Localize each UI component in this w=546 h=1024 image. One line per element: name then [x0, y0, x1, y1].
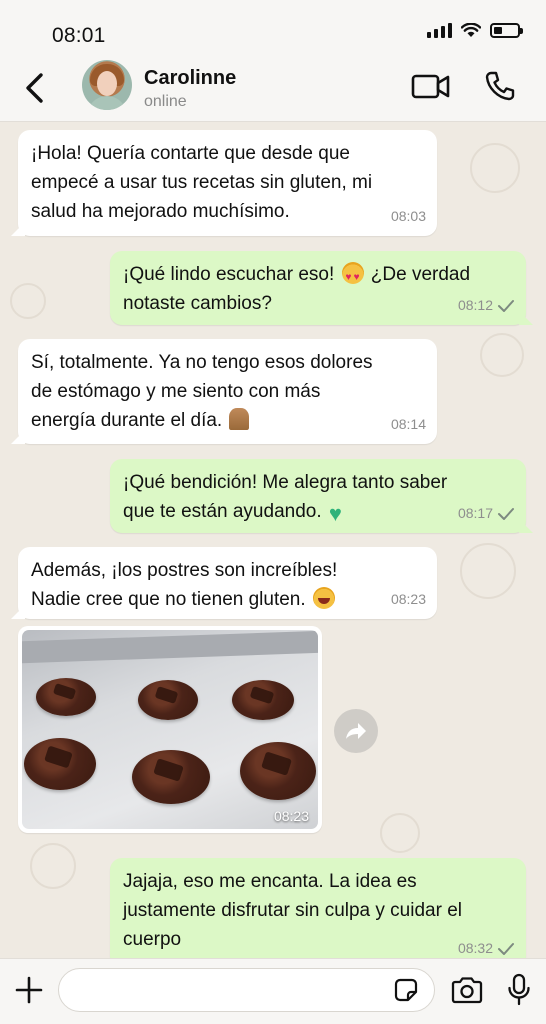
- message-text: Además, ¡los postres son increíbles! Nad…: [31, 560, 338, 610]
- message-text: ¡Qué lindo escuchar eso! ¿De verdad nota…: [123, 260, 514, 318]
- microphone-button[interactable]: [506, 972, 532, 1008]
- camera-button[interactable]: [450, 975, 484, 1005]
- message-bubble-incoming[interactable]: Sí, totalmente. Ya no tengo esos dolores…: [11, 339, 437, 444]
- avatar[interactable]: [82, 60, 132, 110]
- message-time: 08:03: [390, 208, 426, 224]
- signal-icon: [427, 22, 452, 38]
- message-bubble-incoming[interactable]: Además, ¡los postres son increíbles! Nad…: [11, 547, 437, 619]
- status-bar: 08:01: [0, 0, 546, 58]
- green-heart-emoji-icon: ♥: [328, 501, 342, 526]
- plus-icon: [15, 976, 43, 1004]
- forward-arrow-icon: [346, 723, 366, 739]
- message-text: Sí, totalmente. Ya no tengo esos dolores…: [31, 352, 373, 431]
- message-time: 08:23: [390, 591, 426, 607]
- sticker-icon: [394, 978, 418, 1002]
- battery-icon: [490, 22, 523, 38]
- contact-status: online: [144, 93, 187, 110]
- message-bubble-outgoing[interactable]: ¡Qué bendición! Me alegra tanto saber qu…: [110, 459, 533, 533]
- cookies-photo[interactable]: 08:23: [22, 630, 318, 829]
- message-time: 08:17: [457, 505, 493, 521]
- message-input[interactable]: [58, 968, 435, 1012]
- message-time: 08:12: [457, 297, 493, 313]
- back-button[interactable]: [14, 66, 54, 110]
- message-text: ¡Qué bendición! Me alegra tanto saber qu…: [123, 472, 448, 526]
- tears-of-joy-emoji-icon: [312, 587, 335, 609]
- message-bubble-outgoing[interactable]: ¡Qué lindo escuchar eso! ¿De verdad nota…: [110, 251, 533, 325]
- image-message[interactable]: 08:23: [18, 626, 322, 833]
- microphone-icon: [508, 973, 530, 1006]
- checkmark-icon: [498, 299, 514, 312]
- video-camera-icon: [411, 74, 450, 99]
- input-bar: [0, 958, 546, 1024]
- video-call-button[interactable]: [410, 68, 452, 104]
- chevron-left-icon: [26, 73, 43, 103]
- contact-name[interactable]: Carolinne: [144, 67, 236, 90]
- forward-button[interactable]: [334, 709, 378, 753]
- voice-call-button[interactable]: [482, 68, 520, 104]
- message-bubble-incoming[interactable]: ¡Hola! Quería contarte que desde que emp…: [11, 130, 437, 236]
- chat-header: Carolinne online: [0, 58, 546, 122]
- camera-icon: [451, 977, 483, 1004]
- attach-button[interactable]: [12, 973, 46, 1007]
- sticker-button[interactable]: [392, 976, 420, 1004]
- status-time: 08:01: [52, 24, 106, 47]
- folded-hands-emoji-icon: [229, 408, 250, 430]
- status-icons: [427, 22, 523, 38]
- checkmark-icon: [498, 942, 514, 955]
- checkmark-icon: [498, 507, 514, 520]
- message-time: 08:14: [390, 416, 426, 432]
- chat-area[interactable]: ¡Hola! Quería contarte que desde que emp…: [0, 123, 546, 958]
- message-time: 08:23: [273, 808, 309, 824]
- message-time: 08:32: [457, 940, 493, 956]
- message-text: Jajaja, eso me encanta. La idea es justa…: [123, 871, 462, 950]
- phone-icon: [485, 71, 515, 101]
- heart-eyes-emoji-icon: [341, 262, 364, 292]
- message-text: ¡Hola! Quería contarte que desde que emp…: [31, 143, 373, 222]
- wifi-icon: [461, 22, 481, 37]
- message-bubble-outgoing[interactable]: Jajaja, eso me encanta. La idea es justa…: [110, 858, 533, 958]
